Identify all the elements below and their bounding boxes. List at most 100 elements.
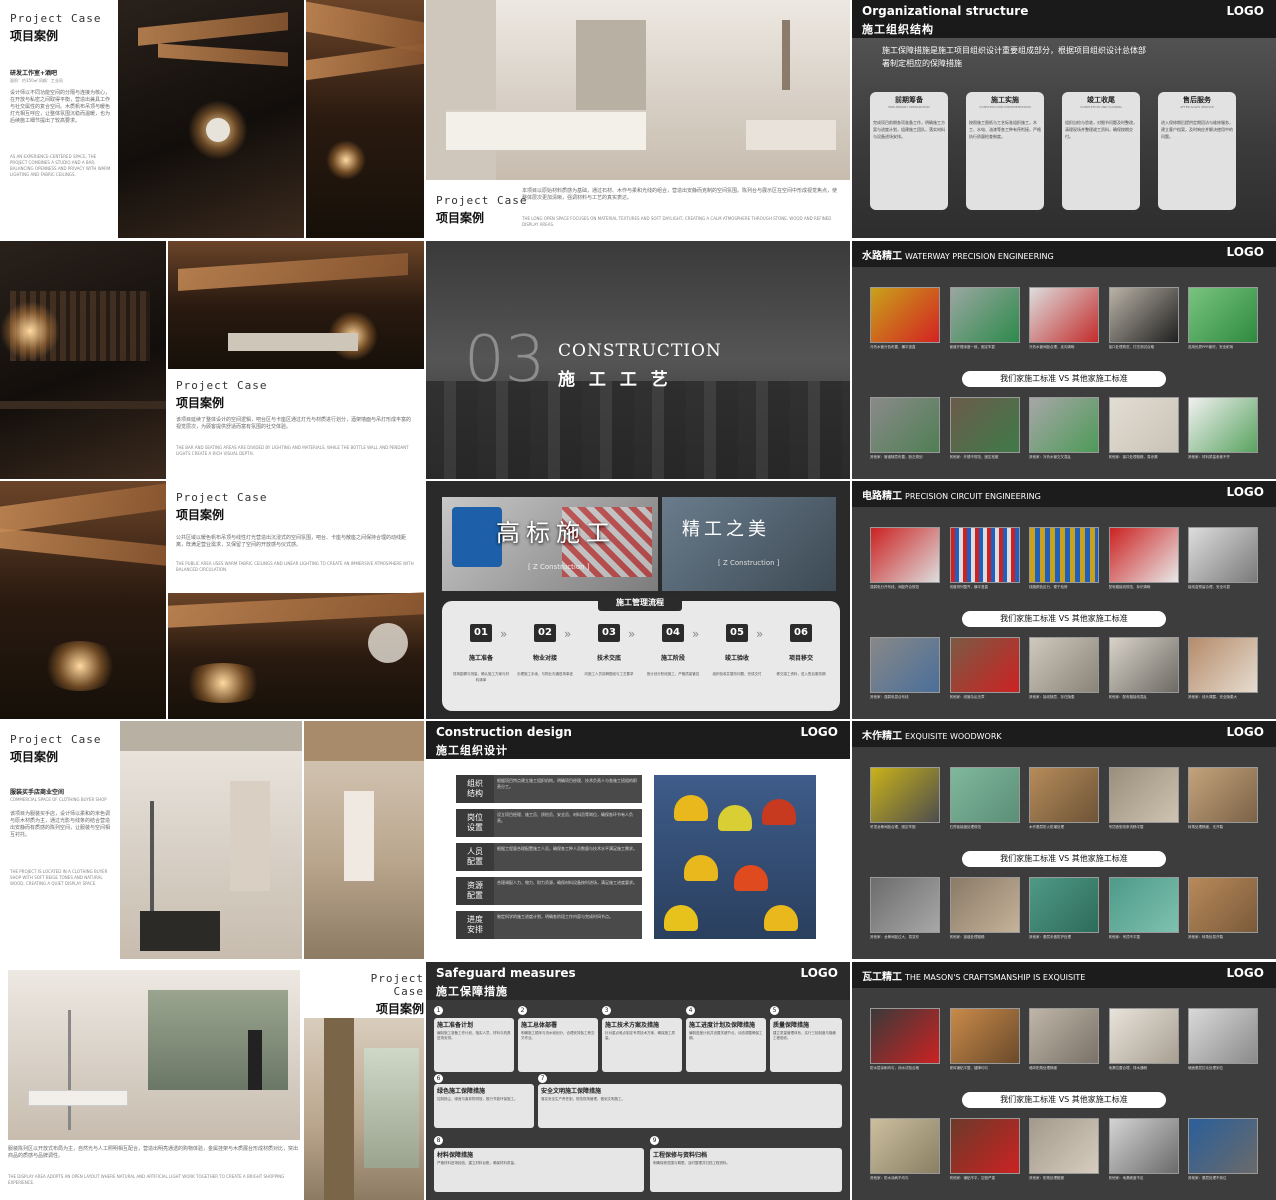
measure-desc: 编制施工准备工作计划，落实人员、材料与机具进场安排。 [437, 1031, 511, 1040]
slide-header: Construction design 施工组织设计 LOGO [426, 721, 850, 759]
photo-woodwork [1029, 767, 1099, 823]
step-name: 技术交底 [596, 655, 621, 662]
header-title-cn: 水路精工 [862, 251, 902, 262]
caption: 冷热水管分色布置，横平竖直 [870, 345, 916, 349]
gallery-bottom [870, 1118, 1258, 1174]
slide-construction-process: 高标施工 [ Z Construction ] 精工之美 [ Z Constru… [426, 481, 850, 719]
case-body-en: THE DISPLAY AREA ADOPTS AN OPEN LAYOUT W… [8, 1174, 285, 1185]
design-row: 人员 配置 根据工程量合理配置施工人员，确保各工种人员数量与技术水平满足施工需求… [456, 843, 642, 871]
chevron-right-icon: » [564, 627, 572, 641]
slide-header: 瓦工精工 THE MASON'S CRAFTSMANSHIP IS EXQUISI… [852, 962, 1276, 988]
slide-header: 水路精工 WATERWAY PRECISION ENGINEERING LOGO [852, 241, 1276, 267]
photo-wiring [870, 527, 940, 583]
header-title-en: PRECISION CIRCUIT ENGINEERING [905, 492, 1041, 501]
measure-title: 工程保修与资料归档 [653, 1152, 708, 1159]
interior-photo-shop-detail [304, 721, 424, 959]
photo-woodwork [870, 767, 940, 823]
photo-water-pipes [870, 287, 940, 343]
org-card-preparation: 前期筹备 PRELIMINARY PREPARATION 完成项目前期各项准备工… [870, 92, 948, 210]
step-desc: 移交竣工资料，进入售后服务期 [776, 672, 826, 676]
design-row-value: 合理调配人力、物力、财力资源，确保材料设备按时进场，满足施工进度要求。 [494, 877, 642, 905]
chevron-right-icon: » [692, 627, 700, 641]
org-card-completion: 竣工收尾 COMPLETION AND CLOSING 组织自检与验收，对细节问… [1062, 92, 1140, 210]
caption: 其他家：防水涂刷不均匀 [870, 1176, 909, 1180]
slide-header: 木作精工 EXQUISITE WOODWORK LOGO [852, 721, 1276, 747]
case-body: 公共区域以暖色帆布吊顶与线性灯光营造出沉浸式的空间氛围，吧台、卡座与散座之间保持… [176, 535, 407, 548]
caption: 转角处理精细，无开裂 [1188, 825, 1223, 829]
vs-standard-banner: 我们家施工标准 VS 其他家施工标准 [962, 371, 1166, 387]
photo-masonry [1188, 1008, 1258, 1064]
logo-placeholder: LOGO [1226, 966, 1264, 980]
card-title: 竣工收尾 [1087, 96, 1115, 104]
case-body-en: AS AN EXPERIENCE-CENTERED SPACE, THE PRO… [10, 154, 111, 177]
slide-project-case-gallery: Project Case 项目案例 本项目以原始材料质感为基础，通过石材、木作与… [426, 0, 850, 238]
measure-number: 5 [770, 1006, 779, 1015]
measure-number: 1 [434, 1006, 443, 1015]
photo-safety-helmets [654, 775, 816, 939]
case-heading-cn: 项目案例 [436, 211, 485, 225]
measure-title: 施工进度计划及保障措施 [689, 1022, 756, 1029]
slide-waterway-engineering: 水路精工 WATERWAY PRECISION ENGINEERING LOGO … [852, 241, 1276, 479]
section-number: 03 [464, 323, 546, 397]
interior-photo-shop [120, 721, 302, 959]
card-title-en: CONSTRUCTION IMPLEMENTATION [979, 105, 1031, 109]
header-title: 水路精工 WATERWAY PRECISION ENGINEERING [862, 247, 1054, 262]
measure-box: 施工准备计划 编制施工准备工作计划，落实人员、材料与机具进场安排。 [434, 1018, 514, 1072]
caption-row-bottom: 其他家：强弱电混合布线 其他家：线管杂乱无章 其他家：接线随意，存在隐患 其他家… [870, 695, 1258, 715]
slide-section-construction: 03 CONSTRUCTION 施 工 工 艺 [426, 241, 850, 479]
step-number: 03 [598, 624, 620, 642]
slide-construction-design: Construction design 施工组织设计 LOGO 组织 结构 根据… [426, 721, 850, 959]
measure-box: 工程保修与资料归档 明确保修范围与期限，及时整理并归档工程资料。 [650, 1148, 842, 1192]
caption: 地漏位置合理，排水通畅 [1108, 1066, 1148, 1070]
org-intro: 施工保障措施是施工项目组织设计重要组成部分，根据项目组织设计总体部署制定相应的保… [882, 46, 1146, 68]
chevron-right-icon: » [756, 627, 764, 641]
case-heading-en: Project Case [10, 733, 102, 746]
interior-photo-bottle-wall [0, 241, 166, 479]
case-heading-en: Project Case [10, 12, 102, 25]
measure-desc: 建立质量管理体系，实行三检制度与隐蔽工程验收。 [773, 1031, 836, 1040]
measure-number: 3 [602, 1006, 611, 1015]
org-card-implementation: 施工实施 CONSTRUCTION IMPLEMENTATION 按照施工图纸与… [966, 92, 1044, 210]
card-title-en: AFTER-SALES SERVICE [1180, 105, 1214, 109]
caption: 其他家：基层未做防护处理 [1029, 935, 1071, 939]
caption: 线路颜色区分，便于检修 [1029, 585, 1068, 589]
caption-row-bottom: 其他家：管道随意布置，缺乏规划 其他家：开槽不规范，固定松散 其他家：冷热水管交… [870, 455, 1258, 475]
measure-number: 2 [518, 1006, 527, 1015]
photo-wiring [1029, 637, 1099, 693]
caption: 其他家：配电箱接线混乱 [1108, 695, 1148, 699]
interior-photo-dining [168, 592, 424, 719]
case-body-en: THE BAR AND SEATING AREAS ARE DIVIDED BY… [176, 445, 409, 456]
caption: 其他家：龙骨间距过大，易变形 [870, 935, 919, 939]
photo-water-pipes [1108, 397, 1179, 453]
banner-right-title: 精工之美 [682, 519, 770, 540]
measure-desc: 明确保修范围与期限，及时整理并归档工程资料。 [653, 1161, 730, 1165]
gallery-top [870, 767, 1258, 823]
caption-row-bottom: 其他家：龙骨间距过大，易变形 其他家：接缝处理粗糙 其他家：基层未做防护处理 其… [870, 935, 1258, 955]
slide-project-case-buyer-shop: Project Case 项目案例 服装买手店商业空间 COMMERCIAL S… [0, 721, 424, 959]
measure-number: 4 [686, 1006, 695, 1015]
photo-masonry [1029, 1118, 1099, 1174]
logo-placeholder: LOGO [800, 966, 838, 980]
header-title-en: THE MASON'S CRAFTSMANSHIP IS EXQUISITE [905, 973, 1086, 982]
design-row-value: 制定科学的施工进度计划，明确各阶段工作内容与完成时间节点。 [494, 911, 642, 939]
design-row-key: 组织 结构 [456, 775, 494, 803]
measure-box: 绿色施工保障措施 控制扬尘、噪音与废弃物排放，推行节能环保施工。 [434, 1084, 534, 1128]
measure-box: 质量保障措施 建立质量管理体系，实行三检制度与隐蔽工程验收。 [770, 1018, 842, 1072]
header-title-cn: 施工组织结构 [862, 23, 934, 36]
measure-title: 施工总体部署 [521, 1022, 558, 1029]
photo-wiring [949, 527, 1020, 583]
step-number: 05 [726, 624, 748, 642]
caption: 其他家：接线随意，存在隐患 [1029, 695, 1075, 699]
card-title: 施工实施 [991, 96, 1019, 104]
photo-water-pipes [1029, 287, 1099, 343]
photo-water-pipes [1029, 397, 1099, 453]
header-title-cn: 电路精工 [862, 491, 902, 502]
design-row-value: 根据工程量合理配置施工人员，确保各工种人员数量与技术水平满足施工需求。 [494, 843, 642, 871]
caption: 配电箱接线规范，标识清晰 [1108, 585, 1151, 589]
design-row: 资源 配置 合理调配人力、物力、财力资源，确保材料设备按时进场，满足施工进度要求… [456, 877, 642, 905]
caption: 防水层涂刷均匀，闭水试验合格 [870, 1066, 919, 1070]
interior-photo-shop-wide [8, 970, 300, 1140]
case-heading-en: Project Case [176, 491, 268, 504]
photo-woodwork [870, 877, 940, 933]
step-name: 施工准备 [468, 655, 493, 662]
